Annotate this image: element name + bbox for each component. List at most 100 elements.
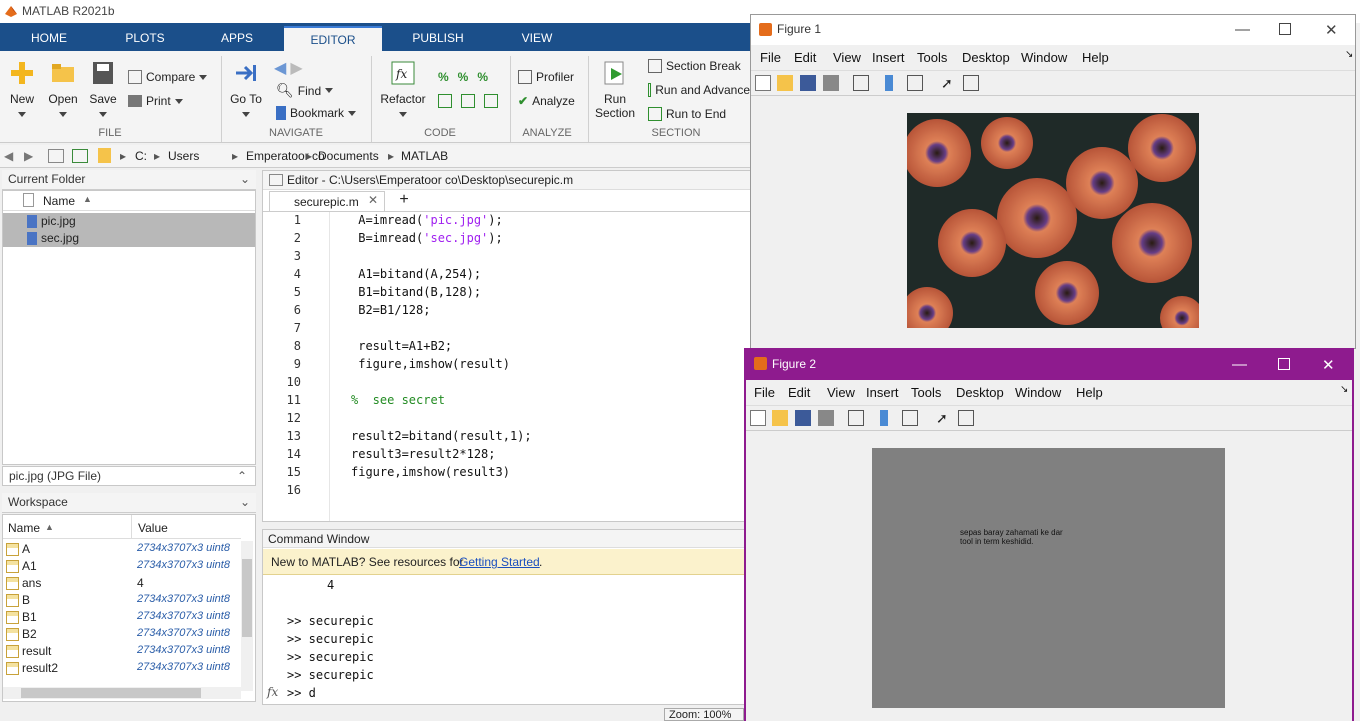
comment-percent-icon[interactable]: % <box>438 70 449 84</box>
panel-menu-icon[interactable]: ⌄ <box>240 493 250 512</box>
tab-apps[interactable]: APPS <box>208 23 266 51</box>
table-row[interactable]: result2 2734x3707x3 uint8 <box>3 660 241 677</box>
uncomment-icon[interactable]: % <box>458 70 469 84</box>
save-figure-icon[interactable] <box>800 75 816 91</box>
open-file-icon[interactable] <box>772 410 788 426</box>
run-section-button[interactable]: Run Section <box>594 60 636 120</box>
up-folder-icon[interactable] <box>48 149 64 163</box>
maximize-icon[interactable] <box>1279 23 1291 35</box>
save-figure-icon[interactable] <box>795 410 811 426</box>
minimize-icon[interactable]: — <box>1232 356 1247 373</box>
table-row[interactable]: ans 4 <box>3 575 241 592</box>
crumb-users[interactable]: Users <box>168 149 199 163</box>
tab-editor[interactable]: EDITOR <box>284 26 382 51</box>
find-button[interactable]: 🔍︎ Find <box>276 82 334 99</box>
code-line[interactable]: B2=B1/128; <box>351 303 430 317</box>
run-to-end-button[interactable]: Run to End <box>648 107 726 121</box>
print-figure-icon[interactable] <box>818 410 834 426</box>
menu-desktop[interactable]: Desktop <box>956 385 1004 400</box>
tab-home[interactable]: HOME <box>18 23 80 51</box>
command-prompt-input[interactable]: >> d <box>287 686 316 700</box>
code-line[interactable]: A1=bitand(A,254); <box>351 267 481 281</box>
close-icon[interactable]: ✕ <box>1322 356 1335 374</box>
workspace-column-header[interactable]: Name ▲ Value <box>3 515 241 539</box>
property-editor-icon[interactable] <box>958 410 974 426</box>
new-figure-icon[interactable] <box>750 410 766 426</box>
panel-menu-icon[interactable]: ⌄ <box>240 170 250 189</box>
menu-tools[interactable]: Tools <box>911 385 941 400</box>
menu-help[interactable]: Help <box>1082 50 1109 65</box>
refactor-button[interactable]: fx Refactor <box>380 60 426 120</box>
wrap-comment-icon[interactable]: % <box>477 70 488 84</box>
code-line[interactable]: figure,imshow(result) <box>351 357 510 371</box>
decrease-indent-icon[interactable] <box>461 94 475 108</box>
menu-edit[interactable]: Edit <box>788 385 810 400</box>
menu-window[interactable]: Window <box>1015 385 1061 400</box>
crumb-user[interactable]: Emperatoor co <box>246 149 325 163</box>
table-row[interactable]: B1 2734x3707x3 uint8 <box>3 609 241 626</box>
legend-icon[interactable] <box>907 75 923 91</box>
minimize-icon[interactable]: — <box>1235 21 1250 38</box>
menu-insert[interactable]: Insert <box>866 385 899 400</box>
list-item[interactable]: pic.jpg <box>3 213 255 230</box>
browse-folder-icon[interactable] <box>72 149 88 163</box>
goto-button[interactable]: Go To <box>228 60 264 120</box>
menu-help[interactable]: Help <box>1076 385 1103 400</box>
tab-view[interactable]: VIEW <box>508 23 566 51</box>
bookmark-button[interactable]: Bookmark <box>276 106 357 120</box>
pointer-icon[interactable]: ➚ <box>936 410 952 426</box>
code-line[interactable]: figure,imshow(result3) <box>351 465 510 479</box>
open-file-icon[interactable] <box>777 75 793 91</box>
pointer-icon[interactable]: ➚ <box>941 75 957 91</box>
table-row[interactable]: A 2734x3707x3 uint8 <box>3 541 241 558</box>
menu-insert[interactable]: Insert <box>872 50 905 65</box>
folder-column-header[interactable]: Name ▲ <box>3 191 255 211</box>
forward-icon[interactable]: ▶ <box>24 149 33 163</box>
new-button[interactable]: New <box>6 60 38 120</box>
code-line[interactable]: result3=result2*128; <box>351 447 496 461</box>
file-details-bar[interactable]: pic.jpg (JPG File) ⌃ <box>2 466 256 486</box>
fx-icon[interactable]: fx <box>267 685 278 699</box>
getting-started-link[interactable]: Getting Started <box>459 555 540 569</box>
list-item[interactable]: sec.jpg <box>3 230 255 247</box>
close-tab-icon[interactable]: ✕ <box>368 193 378 207</box>
property-editor-icon[interactable] <box>963 75 979 91</box>
compare-button[interactable]: Compare <box>128 70 208 84</box>
increase-indent-icon[interactable] <box>484 94 498 108</box>
colorbar-icon[interactable] <box>880 410 888 426</box>
vertical-scrollbar[interactable] <box>241 541 253 691</box>
forward-arrow-icon[interactable]: ▶ <box>290 58 302 78</box>
run-and-advance-button[interactable]: Run and Advance <box>648 83 750 97</box>
horizontal-scrollbar[interactable] <box>3 687 241 699</box>
code-line[interactable]: A=imread('pic.jpg'); <box>351 213 503 227</box>
smart-indent-icon[interactable] <box>438 94 452 108</box>
open-button[interactable]: Open <box>46 60 80 120</box>
chevron-up-icon[interactable]: ⌃ <box>237 467 247 486</box>
table-row[interactable]: B2 2734x3707x3 uint8 <box>3 626 241 643</box>
legend-icon[interactable] <box>902 410 918 426</box>
analyze-button[interactable]: ✔ Analyze <box>518 94 575 108</box>
table-row[interactable]: B 2734x3707x3 uint8 <box>3 592 241 609</box>
back-arrow-icon[interactable]: ◀ <box>274 58 286 78</box>
save-button[interactable]: Save <box>88 60 118 120</box>
code-line[interactable]: B=imread('sec.jpg'); <box>351 231 503 245</box>
print-button[interactable]: Print <box>128 94 183 108</box>
tab-publish[interactable]: PUBLISH <box>402 23 474 51</box>
link-plot-icon[interactable] <box>848 410 864 426</box>
maximize-icon[interactable] <box>1278 358 1290 370</box>
menu-desktop[interactable]: Desktop <box>962 50 1010 65</box>
menu-tools[interactable]: Tools <box>917 50 947 65</box>
new-figure-icon[interactable] <box>755 75 771 91</box>
close-icon[interactable]: ✕ <box>1325 21 1338 39</box>
tab-plots[interactable]: PLOTS <box>112 23 178 51</box>
code-line[interactable]: B1=bitand(B,128); <box>351 285 481 299</box>
menu-window[interactable]: Window <box>1021 50 1067 65</box>
menu-file[interactable]: File <box>754 385 775 400</box>
dock-arrow-icon[interactable]: ↘ <box>1345 49 1353 60</box>
code-line[interactable]: % see secret <box>351 393 445 407</box>
code-line[interactable]: result=A1+B2; <box>351 339 452 353</box>
crumb-drive[interactable]: C: <box>135 149 147 163</box>
crumb-documents[interactable]: Documents <box>318 149 379 163</box>
menu-file[interactable]: File <box>760 50 781 65</box>
menu-edit[interactable]: Edit <box>794 50 816 65</box>
